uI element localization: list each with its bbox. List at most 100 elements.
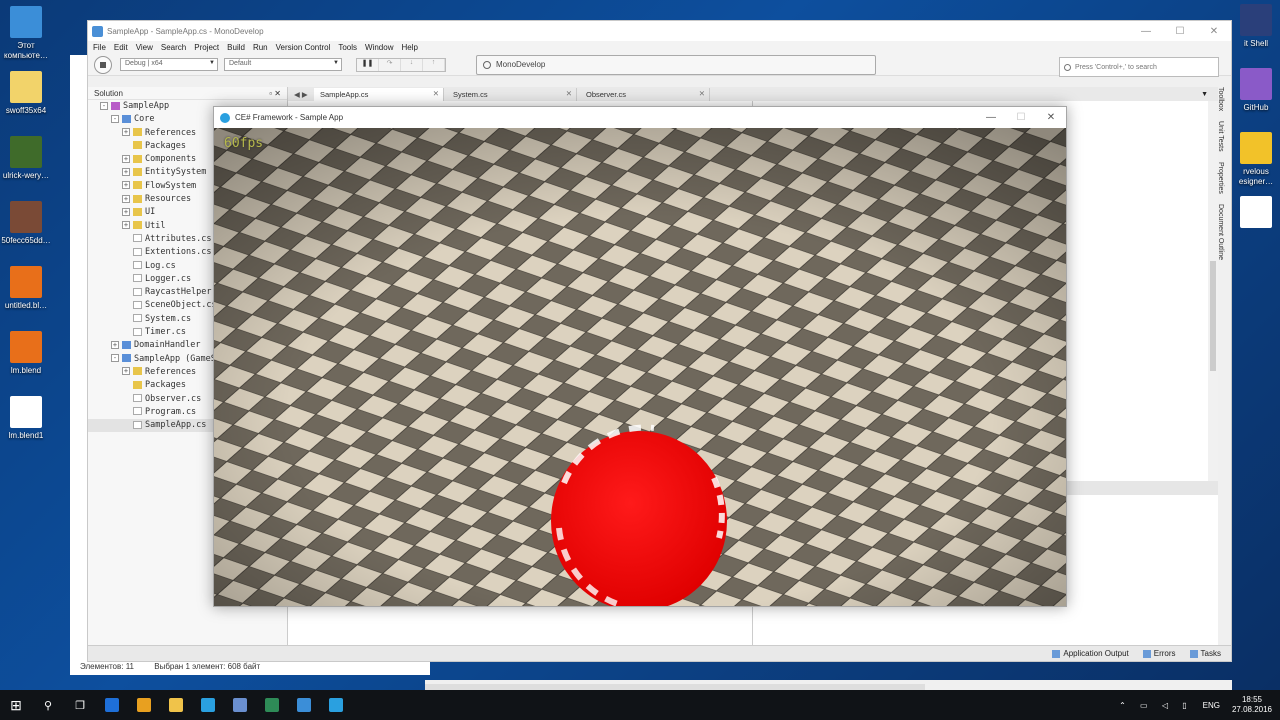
editor-tab[interactable]: SampleApp.cs ✕ (314, 87, 444, 101)
scrollbar-thumb[interactable] (1210, 261, 1216, 371)
app-icon (105, 698, 119, 712)
expand-icon[interactable]: + (122, 207, 130, 216)
collapse-icon[interactable]: - (111, 354, 119, 363)
taskbar-app[interactable] (192, 690, 224, 720)
game-titlebar[interactable]: CE# Framework - Sample App — ☐ ✕ (214, 107, 1066, 128)
desktop-icon[interactable]: Этот компьюте… (0, 6, 54, 61)
monodevelop-titlebar[interactable]: SampleApp - SampleApp.cs - MonoDevelop —… (88, 21, 1231, 41)
desktop-icon[interactable]: swoff35x64 (0, 71, 54, 116)
file-icon (1240, 68, 1272, 100)
side-pad-tab[interactable]: Properties (1217, 162, 1224, 194)
expand-icon[interactable]: + (122, 128, 130, 137)
expand-icon[interactable]: + (122, 221, 130, 230)
search-button[interactable]: ⚲ (32, 690, 64, 720)
menu-item[interactable]: View (136, 43, 153, 52)
desktop-icon[interactable]: rvelous esigner… (1228, 132, 1280, 187)
close-tab-icon[interactable]: ✕ (699, 89, 705, 98)
bottom-pad-button[interactable]: Tasks (1189, 649, 1221, 658)
language-indicator[interactable]: ENG (1203, 701, 1220, 710)
chevron-down-icon: ▼ (209, 60, 215, 66)
app-icon (265, 698, 279, 712)
menu-item[interactable]: Run (253, 43, 268, 52)
game-viewport[interactable]: 60fps (214, 128, 1066, 606)
close-button[interactable]: ✕ (1197, 26, 1231, 37)
desktop-icon[interactable] (1228, 196, 1280, 231)
desktop-icon-label: lm.blend (10, 366, 42, 375)
menu-item[interactable]: Search (161, 43, 186, 52)
close-tab-icon[interactable]: ✕ (433, 89, 439, 98)
run-target-select[interactable]: Default ▼ (224, 58, 342, 71)
tab-dropdown-button[interactable]: ▼ (1201, 91, 1208, 98)
menu-item[interactable]: Edit (114, 43, 128, 52)
menu-item[interactable]: Window (365, 43, 393, 52)
desktop-icon[interactable]: 50fecc65dd… (0, 201, 54, 246)
editor-tab[interactable]: System.cs ✕ (447, 87, 577, 101)
step-into-button[interactable]: ↓ (401, 58, 423, 71)
project-icon (122, 114, 131, 123)
tree-item-label: SampleApp.cs (145, 420, 207, 431)
expand-icon[interactable]: + (122, 167, 130, 176)
start-button[interactable]: ⊞ (0, 690, 32, 720)
taskbar-app[interactable] (288, 690, 320, 720)
taskbar-app[interactable] (320, 690, 352, 720)
desktop-icon[interactable]: lm.blend (0, 331, 54, 376)
fps-counter: 60fps (224, 136, 264, 151)
menu-item[interactable]: Build (227, 43, 245, 52)
desktop-icon[interactable]: ulrick-wery… (0, 136, 54, 181)
game-minimize-button[interactable]: — (976, 112, 1006, 123)
expand-icon[interactable]: + (122, 194, 130, 203)
tree-item-label: Program.cs (145, 406, 197, 417)
step-over-button[interactable]: ↷ (379, 58, 401, 71)
menu-item[interactable]: Help (401, 43, 417, 52)
menu-item[interactable]: Tools (338, 43, 357, 52)
pad-controls[interactable]: ▫ ✕ (269, 89, 281, 98)
desktop-icon[interactable]: lm.blend1 (0, 396, 54, 441)
desktop-icon[interactable]: GitHub (1228, 68, 1280, 113)
tree-item-label: Components (145, 154, 197, 165)
editor-tab[interactable]: Observer.cs ✕ (580, 87, 710, 101)
explorer-status-bar: Элементов: 11 Выбран 1 элемент: 608 байт (70, 660, 430, 674)
pad-icon (1189, 649, 1198, 658)
game-close-button[interactable]: ✕ (1036, 112, 1066, 123)
bottom-pad-button[interactable]: Application Output (1052, 649, 1129, 658)
bottom-pad-button[interactable]: Errors (1142, 649, 1176, 658)
taskbar-app[interactable] (256, 690, 288, 720)
desktop-icon[interactable]: it Shell (1228, 4, 1280, 49)
expand-icon[interactable]: + (122, 154, 130, 163)
game-maximize-button[interactable]: ☐ (1006, 112, 1036, 123)
close-tab-icon[interactable]: ✕ (566, 89, 572, 98)
stop-button[interactable] (94, 55, 112, 74)
global-search-input[interactable]: Press 'Control+,' to search (1059, 57, 1219, 77)
taskbar-app[interactable] (224, 690, 256, 720)
tree-item-label: Log.cs (145, 260, 176, 271)
pause-button[interactable]: ❚❚ (357, 58, 379, 71)
minimize-button[interactable]: — (1129, 26, 1163, 37)
desktop-icon[interactable]: untitled.bl… (0, 266, 54, 311)
menu-item[interactable]: Project (194, 43, 219, 52)
expand-icon[interactable]: + (111, 340, 119, 349)
side-pad-tab[interactable]: Toolbox (1217, 87, 1224, 111)
tree-item-label: Packages (145, 140, 186, 151)
maximize-button[interactable]: ☐ (1163, 26, 1197, 37)
taskbar-app[interactable] (160, 690, 192, 720)
tab-nav-arrows[interactable]: ◀ ▶ (288, 90, 314, 99)
bottom-pad-label: Tasks (1200, 649, 1221, 658)
side-pad-tab[interactable]: Unit Tests (1217, 121, 1224, 152)
expand-icon[interactable]: + (122, 367, 130, 376)
tree-item-label: SampleApp (123, 101, 170, 111)
step-out-button[interactable]: ↑ (423, 58, 445, 71)
menu-item[interactable]: Version Control (276, 43, 331, 52)
collapse-icon[interactable]: - (111, 114, 119, 123)
collapse-icon[interactable]: - (100, 101, 108, 110)
taskbar-app[interactable] (96, 690, 128, 720)
configuration-select[interactable]: Debug | x64 ▼ (120, 58, 218, 71)
taskbar-app[interactable] (128, 690, 160, 720)
side-pad-tab[interactable]: Document Outline (1217, 204, 1224, 260)
task-view-button[interactable]: ❐ (64, 690, 96, 720)
folder-icon (133, 367, 142, 376)
editor-tab-bar: ◀ ▶ SampleApp.cs ✕ System.cs ✕ Observer.cs ✕ … (288, 87, 1218, 101)
clock[interactable]: 18:55 27.08.2016 (1232, 695, 1272, 715)
system-tray-icons[interactable]: ⌃ ▭ ◁ ▯ (1119, 701, 1192, 710)
expand-icon[interactable]: + (122, 181, 130, 190)
menu-item[interactable]: File (93, 43, 106, 52)
